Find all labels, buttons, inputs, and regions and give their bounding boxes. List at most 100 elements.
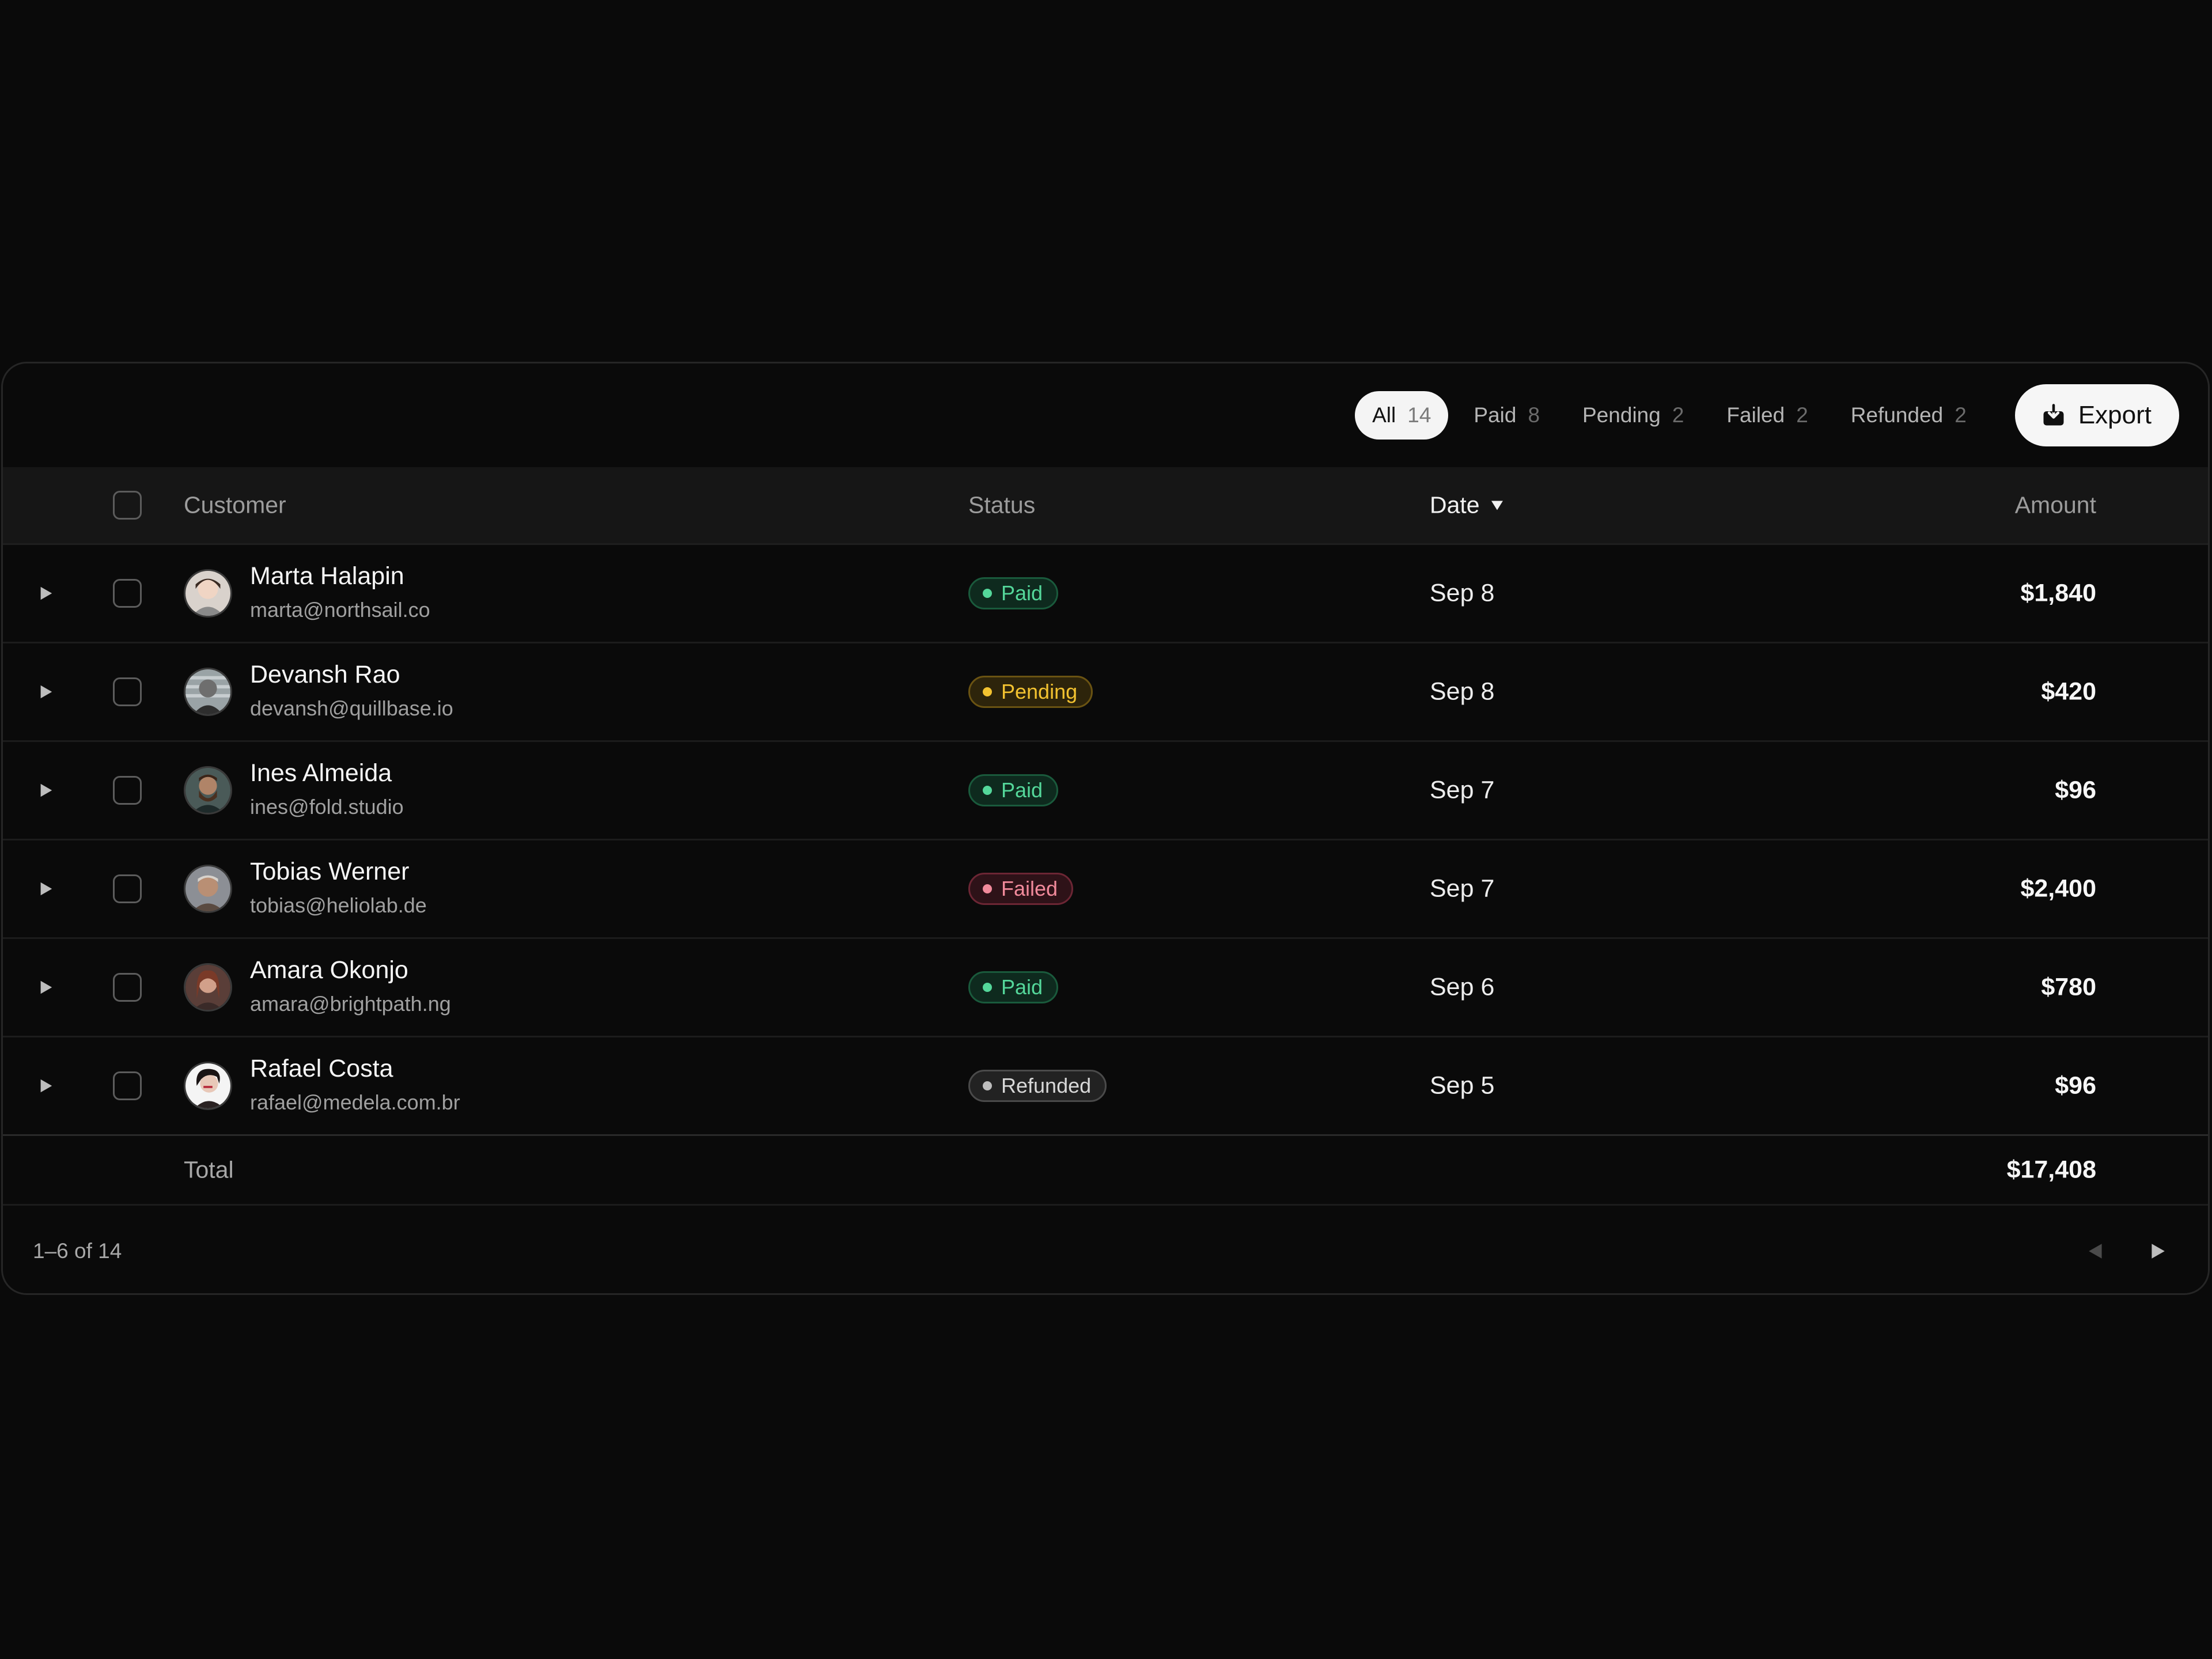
previous-page-icon[interactable]: [2087, 1242, 2105, 1260]
table-row[interactable]: Tobias Werner tobias@heliolab.de Failed …: [3, 840, 2208, 939]
payment-amount: $780: [2041, 973, 2096, 1001]
table-row[interactable]: Rafael Costa rafael@medela.com.br Refund…: [3, 1037, 2208, 1136]
customer-email: ines@fold.studio: [250, 795, 404, 819]
status-badge: Refunded: [968, 1070, 1107, 1102]
column-header-customer[interactable]: Customer: [184, 492, 286, 519]
payment-date: Sep 5: [1430, 1071, 1495, 1100]
row-checkbox[interactable]: [113, 973, 142, 1002]
customer-email: tobias@heliolab.de: [250, 893, 427, 917]
customer-name: Rafael Costa: [250, 1055, 393, 1082]
status-badge: Failed: [968, 873, 1074, 905]
status-label: Pending: [1001, 680, 1078, 703]
expand-row-icon[interactable]: [37, 684, 54, 700]
status-dot-icon: [983, 687, 992, 696]
filter-count: 2: [1955, 403, 1967, 427]
table-row[interactable]: Amara Okonjo amara@brightpath.ng Paid Se…: [3, 939, 2208, 1037]
status-badge: Paid: [968, 971, 1059, 1003]
payment-amount: $96: [2055, 1071, 2096, 1100]
filter-label: Refunded: [1850, 403, 1944, 427]
column-header-amount[interactable]: Amount: [2015, 492, 2096, 519]
table-row[interactable]: Devansh Rao devansh@quillbase.io Pending…: [3, 643, 2208, 742]
customer-email: rafael@medela.com.br: [250, 1090, 460, 1114]
table-row[interactable]: Marta Halapin marta@northsail.co Paid Se…: [3, 545, 2208, 643]
payment-amount: $96: [2055, 776, 2096, 804]
avatar: [184, 766, 232, 815]
payment-amount: $2,400: [2020, 874, 2096, 903]
expand-row-icon[interactable]: [37, 979, 54, 995]
export-button[interactable]: Export: [2014, 384, 2179, 446]
expand-row-icon[interactable]: [37, 881, 54, 897]
filter-tab-all[interactable]: All 14: [1355, 391, 1449, 440]
pagination-range: 1–6 of 14: [33, 1239, 122, 1263]
column-header-date-label: Date: [1430, 491, 1480, 518]
row-checkbox[interactable]: [113, 677, 142, 706]
status-badge: Paid: [968, 774, 1059, 806]
status-label: Failed: [1001, 877, 1058, 900]
status-dot-icon: [983, 1081, 992, 1090]
customer-email: devansh@quillbase.io: [250, 696, 453, 720]
status-badge: Paid: [968, 577, 1059, 609]
row-checkbox[interactable]: [113, 776, 142, 805]
filter-tab-refunded[interactable]: Refunded 2: [1834, 391, 1984, 440]
row-checkbox[interactable]: [113, 579, 142, 608]
filter-count: 8: [1528, 403, 1540, 427]
status-badge: Pending: [968, 676, 1093, 708]
filter-count: 2: [1672, 403, 1684, 427]
payment-date: Sep 8: [1430, 677, 1495, 706]
payment-date: Sep 6: [1430, 973, 1495, 1001]
avatar: [184, 1062, 232, 1110]
customer-name: Ines Almeida: [250, 759, 392, 787]
expand-row-icon[interactable]: [37, 782, 54, 798]
total-row: Total $17,408: [3, 1136, 2208, 1206]
payments-table-panel: All 14 Paid 8 Pending 2 Failed 2 Refunde…: [1, 362, 2210, 1295]
status-dot-icon: [983, 983, 992, 992]
filter-label: Failed: [1726, 403, 1785, 427]
filter-tab-failed[interactable]: Failed 2: [1709, 391, 1825, 440]
customer-name: Amara Okonjo: [250, 956, 408, 984]
customer-email: marta@northsail.co: [250, 598, 430, 622]
payment-date: Sep 7: [1430, 874, 1495, 903]
select-all-checkbox[interactable]: [113, 491, 142, 520]
sort-descending-icon: [1491, 501, 1503, 510]
customer-name: Devansh Rao: [250, 661, 400, 688]
avatar: [184, 865, 232, 913]
next-page-icon[interactable]: [2148, 1242, 2166, 1260]
payment-date: Sep 8: [1430, 579, 1495, 607]
status-label: Refunded: [1001, 1074, 1092, 1097]
status-dot-icon: [983, 589, 992, 598]
payment-amount: $1,840: [2020, 579, 2096, 607]
payment-amount: $420: [2041, 677, 2096, 706]
status-dot-icon: [983, 884, 992, 893]
status-filter-tabs: All 14 Paid 8 Pending 2 Failed 2 Refunde…: [1347, 391, 1984, 440]
customer-email: amara@brightpath.ng: [250, 992, 451, 1016]
filter-count: 2: [1796, 403, 1808, 427]
payment-date: Sep 7: [1430, 776, 1495, 804]
row-checkbox[interactable]: [113, 874, 142, 903]
avatar: [184, 668, 232, 716]
filter-tab-paid[interactable]: Paid 8: [1456, 391, 1557, 440]
expand-row-icon[interactable]: [37, 1078, 54, 1094]
pagination-footer: 1–6 of 14: [3, 1206, 2208, 1293]
table-header: Customer Status Date Amount: [3, 467, 2208, 545]
status-label: Paid: [1001, 975, 1043, 999]
customer-name: Marta Halapin: [250, 562, 404, 590]
column-header-date[interactable]: Date: [1430, 492, 1504, 519]
filter-count: 14: [1407, 403, 1431, 427]
avatar: [184, 569, 232, 618]
table-body: Marta Halapin marta@northsail.co Paid Se…: [3, 545, 2208, 1136]
filter-label: Paid: [1474, 403, 1517, 427]
filter-label: Pending: [1582, 403, 1661, 427]
total-value: $17,408: [2006, 1156, 2096, 1184]
filter-tab-pending[interactable]: Pending 2: [1565, 391, 1701, 440]
expand-row-icon[interactable]: [37, 585, 54, 601]
download-icon: [2043, 404, 2064, 426]
table-row[interactable]: Ines Almeida ines@fold.studio Paid Sep 7…: [3, 742, 2208, 840]
filter-label: All: [1372, 403, 1396, 427]
avatar: [184, 963, 232, 1012]
column-header-status[interactable]: Status: [968, 492, 1035, 519]
row-checkbox[interactable]: [113, 1071, 142, 1100]
export-label: Export: [2078, 401, 2152, 429]
table-toolbar: All 14 Paid 8 Pending 2 Failed 2 Refunde…: [3, 363, 2208, 467]
status-label: Paid: [1001, 581, 1043, 605]
total-label: Total: [184, 1156, 234, 1183]
